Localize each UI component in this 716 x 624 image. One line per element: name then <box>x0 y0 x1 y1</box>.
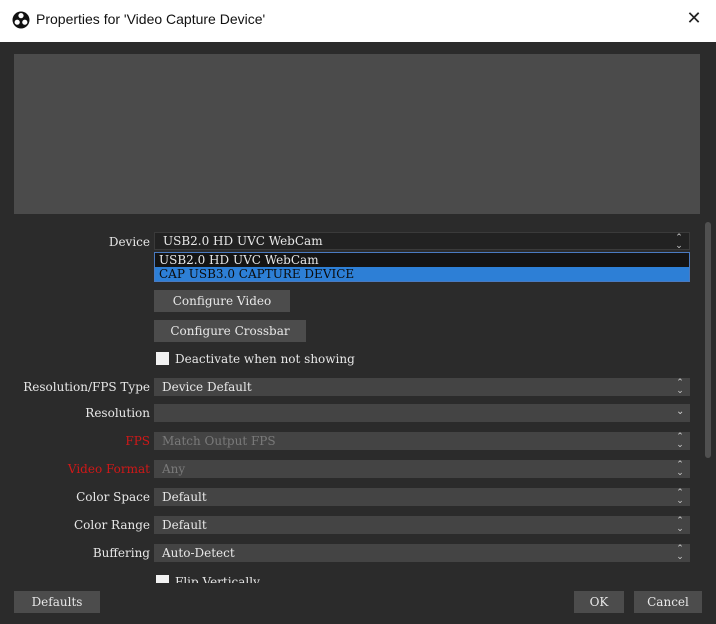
configure-crossbar-button[interactable]: Configure Crossbar <box>154 320 306 342</box>
resolution-fps-type-value: Device Default <box>162 380 252 394</box>
up-down-arrows-icon: ⌃ ⌄ <box>675 233 683 251</box>
resolution-label: Resolution <box>85 406 150 420</box>
deactivate-checkbox[interactable] <box>156 352 169 365</box>
up-down-arrows-icon: ⌃ ⌄ <box>676 516 684 534</box>
title-bar: Properties for 'Video Capture Device' ✕ <box>0 0 716 42</box>
color-range-select[interactable]: Default ⌃ ⌄ <box>154 516 690 534</box>
resolution-combobox[interactable]: ⌄ <box>154 404 690 422</box>
flip-row-clip: Flip Vertically <box>150 572 690 583</box>
properties-dialog: Properties for 'Video Capture Device' ✕ … <box>0 0 716 624</box>
up-down-arrows-icon: ⌃ ⌄ <box>676 544 684 562</box>
cancel-button[interactable]: Cancel <box>634 591 702 613</box>
video-format-label: Video Format <box>67 462 150 476</box>
fps-select: Match Output FPS ⌃ ⌄ <box>154 432 690 450</box>
device-label: Device <box>108 235 150 249</box>
ok-button[interactable]: OK <box>574 591 624 613</box>
close-button[interactable]: ✕ <box>682 7 706 31</box>
color-range-label: Color Range <box>74 518 150 532</box>
fps-value: Match Output FPS <box>162 434 276 448</box>
resolution-fps-type-label: Resolution/FPS Type <box>23 380 150 394</box>
up-down-arrows-icon: ⌃ ⌄ <box>676 488 684 506</box>
buffering-select[interactable]: Auto-Detect ⌃ ⌄ <box>154 544 690 562</box>
video-format-select: Any ⌃ ⌄ <box>154 460 690 478</box>
flip-vertically-label: Flip Vertically <box>175 575 260 583</box>
flip-vertically-checkbox[interactable] <box>156 575 169 583</box>
scrollbar-thumb[interactable] <box>705 222 711 458</box>
device-option[interactable]: USB2.0 HD UVC WebCam <box>155 253 689 267</box>
color-space-label: Color Space <box>76 490 150 504</box>
fps-label: FPS <box>125 434 150 448</box>
up-down-arrows-icon: ⌃ ⌄ <box>676 378 684 396</box>
buffering-label: Buffering <box>92 546 150 560</box>
color-range-value: Default <box>162 518 207 532</box>
device-select-value: USB2.0 HD UVC WebCam <box>163 234 323 248</box>
color-space-value: Default <box>162 490 207 504</box>
deactivate-label: Deactivate when not showing <box>175 352 355 366</box>
close-icon: ✕ <box>686 8 702 29</box>
device-select[interactable]: USB2.0 HD UVC WebCam ⌃ ⌄ <box>154 232 690 251</box>
device-option-highlighted[interactable]: CAP USB3.0 CAPTURE DEVICE <box>155 267 689 281</box>
source-preview <box>14 54 700 214</box>
obs-logo-icon <box>12 11 30 29</box>
resolution-fps-type-select[interactable]: Device Default ⌃ ⌄ <box>154 378 690 396</box>
properties-scrollbar[interactable] <box>704 222 712 588</box>
video-format-value: Any <box>162 462 186 476</box>
device-dropdown-list: USB2.0 HD UVC WebCam CAP USB3.0 CAPTURE … <box>154 252 690 282</box>
defaults-button[interactable]: Defaults <box>14 591 100 613</box>
up-down-arrows-icon: ⌃ ⌄ <box>676 432 684 450</box>
color-space-select[interactable]: Default ⌃ ⌄ <box>154 488 690 506</box>
up-down-arrows-icon: ⌃ ⌄ <box>676 460 684 478</box>
window-title: Properties for 'Video Capture Device' <box>36 11 266 27</box>
buffering-value: Auto-Detect <box>162 546 235 560</box>
chevron-down-icon: ⌄ <box>676 406 685 417</box>
configure-video-button[interactable]: Configure Video <box>154 290 290 312</box>
